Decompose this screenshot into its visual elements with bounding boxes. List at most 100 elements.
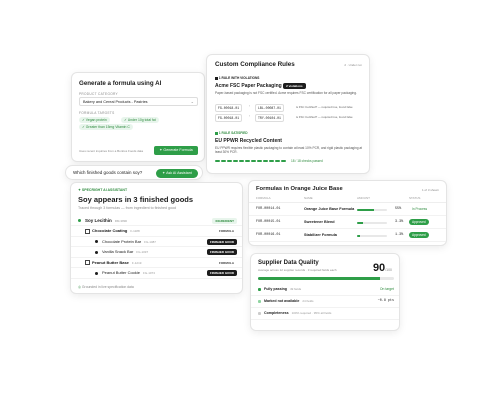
violation-row[interactable]: FG-00018-01 › TRY-00104-01 is FSC Certified… xyxy=(215,113,365,122)
target-pill[interactable]: ✓ Vegan protein xyxy=(79,117,110,123)
table-row[interactable]: FOR-00014-01 Orange Juice Base Formula 55%… xyxy=(249,203,446,216)
column-header: FORMULA xyxy=(256,196,271,200)
violation-part: LBL-00087-01 xyxy=(255,104,284,112)
tree-code: FG-1097 xyxy=(136,250,149,254)
dot-icon xyxy=(95,240,98,243)
violation-note: is FSC Certified? — required true, found… xyxy=(296,105,353,109)
tree-label: Peanut Butter Cookie FG-1073 xyxy=(102,270,155,275)
formulas-title: Formulas in Orange Juice Base xyxy=(256,186,343,192)
dot-icon xyxy=(78,219,81,222)
tree-label: Vanilla Snack Bar FG-1097 xyxy=(102,249,149,254)
formula-code: FOR-00015-01 xyxy=(256,220,281,224)
column-header: STATUS xyxy=(409,196,421,200)
formula-code: FOR-00014-01 xyxy=(256,207,281,211)
tree-badge: FINISHED GOOD xyxy=(206,270,237,276)
sparkle-icon: ✦ xyxy=(159,148,163,152)
dot-icon xyxy=(95,271,98,275)
tree-badge: FORMULA xyxy=(216,228,237,234)
target-pill[interactable]: ✓ Under 10g total fat xyxy=(121,117,159,123)
tree-row[interactable]: Chocolate Protein Bar FG-1087 FINISHED GOO… xyxy=(71,237,242,247)
square-marker-icon xyxy=(215,131,218,135)
quality-item: Marked not available 24 fields ~0.8 pts xyxy=(251,297,399,308)
check-circle-icon: ◎ xyxy=(78,285,81,289)
progress-segment xyxy=(239,160,244,162)
amount-bar-fill xyxy=(357,234,360,237)
dot-icon xyxy=(95,250,98,254)
quality-item-value: On target xyxy=(379,287,394,291)
rule1-title: Acme FSC Paper Packaging 2 violations xyxy=(215,83,306,89)
ask-assistant-button[interactable]: ✦ Ask AI Assistant xyxy=(156,169,198,178)
formulas-card: Formulas in Orange Juice Base 1 of 3 sho… xyxy=(248,180,447,246)
quality-item: Fully passing 49 fields On target xyxy=(251,285,399,296)
amount-value: 3.3% xyxy=(395,220,404,224)
column-header: AMOUNT xyxy=(357,196,370,200)
tree-row[interactable]: Soy Lecithin RM-3890 INGREDIENT xyxy=(71,216,242,226)
legend-swatch-icon xyxy=(258,288,261,291)
target-pill[interactable]: ✓ Greater than 15mg Vitamin C xyxy=(79,124,133,130)
assistant-tag: ✦ SPECRIGHT AI ASSISTANT xyxy=(78,188,128,192)
quality-subtitle: Average across 12 supplier records · 3 r… xyxy=(258,268,337,272)
progress-segment xyxy=(251,160,256,162)
category-label: PRODUCT CATEGORY xyxy=(79,92,118,96)
legend-swatch-icon xyxy=(258,300,261,303)
violation-part: TRY-00104-01 xyxy=(255,114,284,122)
footer-note: Uses recent inquiries from a Bonitos Foo… xyxy=(79,149,144,153)
quality-item-label: Completeness 100% required · 95% all fiel… xyxy=(264,311,332,315)
quality-bar xyxy=(258,277,394,280)
status-badge: Approved xyxy=(409,219,429,225)
amount-value: 1.3% xyxy=(395,233,404,237)
generate-title: Generate a formula using AI xyxy=(79,80,162,87)
tree-badge: FINISHED GOOD xyxy=(206,238,237,245)
category-select[interactable]: Bakery and Cereal Products - Pastries ⌄ xyxy=(79,97,198,106)
progress-segment xyxy=(215,160,220,162)
tree-row[interactable]: Peanut Butter Base F-1219 FORMULA xyxy=(71,258,242,268)
table-row[interactable]: FOR-00016-01 Stabilizer Formula 1.3% Approv… xyxy=(249,229,446,242)
tree-code: F-1219 xyxy=(131,260,142,265)
tree-label: Chocolate Protein Bar FG-1087 xyxy=(102,238,156,244)
violation-code: FG-00018-01 xyxy=(215,114,243,122)
progress-segment xyxy=(281,160,286,162)
generate-formula-card: Generate a formula using AI PRODUCT CATE… xyxy=(71,72,205,162)
formulas-count: 1 of 3 shown xyxy=(421,188,439,192)
sparkle-icon: ✦ xyxy=(78,188,81,192)
query-text: Which finished goods contain soy? xyxy=(73,170,143,175)
formula-name: Orange Juice Base Formula xyxy=(304,207,355,211)
status-badge: In Process xyxy=(409,206,431,212)
amount-bar xyxy=(357,234,387,237)
amount-value: 55% xyxy=(395,207,402,211)
tree-row[interactable]: Vanilla Snack Bar FG-1097 FINISHED GOOD xyxy=(71,248,242,258)
quality-title: Supplier Data Quality xyxy=(258,260,319,266)
query-bar[interactable]: Which finished goods contain soy? ✦ Ask … xyxy=(65,165,203,180)
progress-segment xyxy=(269,160,274,162)
assistant-subheading: Traced through 3 formulas — from ingredi… xyxy=(78,206,176,210)
quality-item-detail: 24 fields xyxy=(302,299,314,303)
compliance-title: Custom Compliance Rules xyxy=(215,61,295,68)
formulas-header: FORMULA NAME AMOUNT STATUS xyxy=(249,196,446,203)
quality-item-label: Fully passing 49 fields xyxy=(264,287,302,291)
progress-segment xyxy=(257,160,262,162)
rule2-progress xyxy=(215,160,289,162)
tree-code: FG-1073 xyxy=(143,271,155,275)
legend-swatch-icon xyxy=(258,312,261,315)
compliance-card: Custom Compliance Rules 2 · Under run 1 … xyxy=(206,54,370,174)
formula-box-icon xyxy=(85,260,90,265)
tree-code: F-1188 xyxy=(130,229,140,233)
generate-button[interactable]: ✦ Generate Formula xyxy=(154,146,198,155)
tree-row[interactable]: Chocolate Coating F-1188 FORMULA xyxy=(71,227,242,237)
square-marker-icon xyxy=(215,76,218,80)
sparkle-icon: ✦ xyxy=(162,171,166,175)
tree-badge: INGREDIENT xyxy=(212,217,237,224)
violation-row[interactable]: FG-00018-01 › LBL-00087-01 is FSC Certified… xyxy=(215,103,365,112)
arrow-icon: › xyxy=(249,104,251,108)
tree-row[interactable]: Peanut Butter Cookie FG-1073 FINISHED GOOD xyxy=(71,269,242,279)
violation-note: is FSC Certified? — required true, found… xyxy=(296,115,353,119)
rule2-progress-text: 18 / 18 checks passed xyxy=(291,159,323,163)
progress-segment xyxy=(227,160,232,162)
assistant-heading: Soy appears in 3 finished goods xyxy=(78,195,194,204)
table-row[interactable]: FOR-00015-01 Sweetener Blend 3.3% Approved xyxy=(249,216,446,229)
amount-bar-fill xyxy=(357,221,363,224)
tree-badge: FORMULA xyxy=(216,259,237,266)
assistant-footer: ◎ Grounded in live specification data xyxy=(78,285,134,289)
progress-segment xyxy=(221,160,226,162)
rule1-desc: Paper-based packaging is not FSC certifi… xyxy=(215,91,357,95)
